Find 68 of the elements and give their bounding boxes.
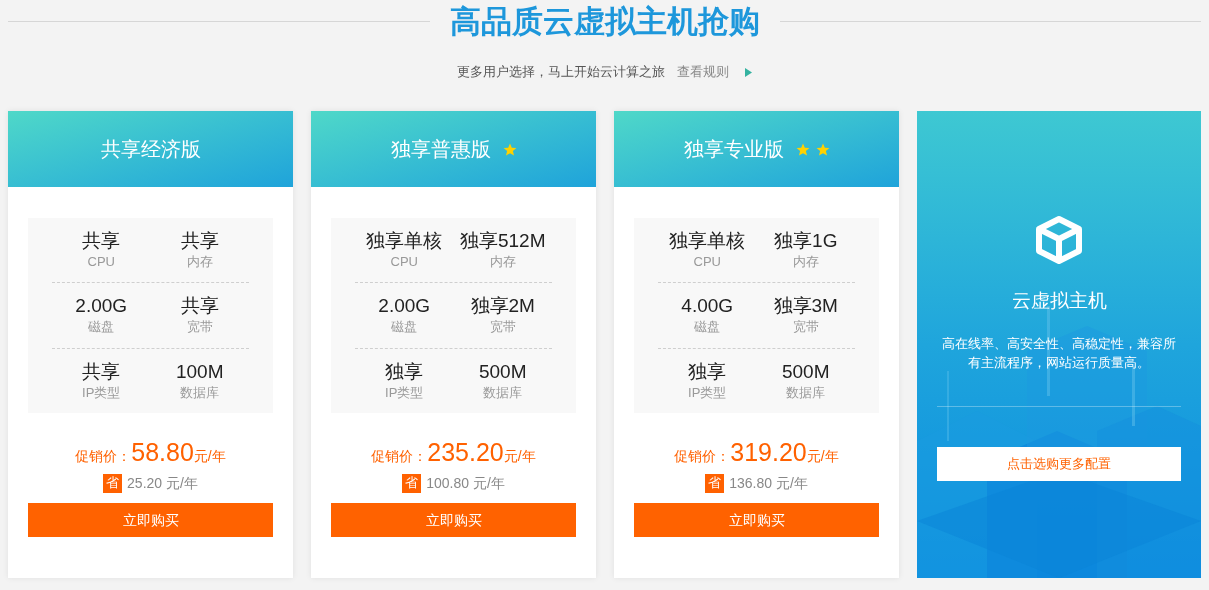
buy-button[interactable]: 立即购买 [331, 503, 576, 537]
spec-value: 4.00G [681, 294, 734, 319]
savings-amount: 136.80 元/年 [729, 473, 808, 493]
spec-value: 独享单核 [669, 229, 746, 254]
price-unit: 元/年 [193, 447, 226, 466]
spec-label: 内存 [186, 253, 213, 272]
spec-label: 数据库 [180, 383, 220, 402]
play-icon [745, 67, 752, 77]
spec-value: 2.00G [75, 294, 128, 319]
price: 235.20 [427, 437, 504, 467]
star-icon [795, 142, 810, 156]
spec-label: 内存 [792, 253, 819, 272]
price-label: 促销价： [674, 447, 731, 466]
spec-value: 独享单核 [366, 229, 443, 254]
spec-value: 100M [176, 359, 224, 384]
spec-label: 宽带 [792, 318, 819, 337]
spec-value: 500M [782, 359, 830, 384]
price-label: 促销价： [75, 447, 132, 466]
price-label: 促销价： [371, 447, 428, 466]
buy-button[interactable]: 立即购买 [634, 503, 879, 537]
spec-label: 磁盘 [391, 318, 418, 337]
spec-label: CPU [390, 253, 418, 272]
spec-value: 独享512M [460, 229, 546, 254]
page-title: 高品质云虚拟主机抢购 [449, 5, 760, 37]
price: 58.80 [131, 437, 194, 467]
plan-name: 独享普惠版 [390, 137, 491, 162]
spec-label: CPU [87, 253, 115, 272]
star-icon [502, 142, 517, 156]
plan-name: 独享专业版 [683, 137, 784, 162]
spec-value: 独享3M [773, 294, 838, 319]
spec-value: 独享 [688, 359, 727, 384]
price-unit: 元/年 [503, 447, 536, 466]
buy-button[interactable]: 立即购买 [28, 503, 273, 537]
price-unit: 元/年 [806, 447, 839, 466]
spec-value: 500M [479, 359, 527, 384]
spec-value: 独享 [385, 359, 424, 384]
spec-label: CPU [693, 253, 721, 272]
subtitle: 更多用户选择，马上开始云计算之旅 [457, 63, 665, 82]
rules-link[interactable]: 查看规则 [677, 62, 729, 82]
spec-value: 2.00G [378, 294, 431, 319]
spec-value: 独享1G [774, 229, 838, 254]
spec-label: IP类型 [385, 383, 424, 402]
spec-value: 共享 [82, 229, 121, 254]
spec-value: 共享 [180, 294, 219, 319]
spec-value: 共享 [180, 229, 219, 254]
promo-description: 高在线率、高安全性、高稳定性，兼容所有主流程序，网站运行质量高。 [941, 334, 1177, 372]
more-options-button[interactable]: 点击选购更多配置 [937, 446, 1181, 481]
cube-icon [1034, 215, 1084, 265]
spec-value: 共享 [82, 359, 121, 384]
spec-label: 宽带 [186, 318, 213, 337]
save-badge: 省 [402, 473, 422, 493]
spec-label: 宽带 [489, 318, 516, 337]
spec-value: 独享2M [470, 294, 535, 319]
spec-label: 磁盘 [88, 318, 115, 337]
spec-label: 内存 [489, 253, 516, 272]
save-badge: 省 [103, 473, 123, 493]
spec-label: 数据库 [483, 383, 523, 402]
price: 319.20 [730, 437, 807, 467]
star-icon [815, 142, 830, 156]
promo-title: 云虚拟主机 [1011, 289, 1107, 313]
savings-amount: 100.80 元/年 [426, 473, 505, 493]
savings-amount: 25.20 元/年 [127, 473, 198, 493]
spec-label: IP类型 [688, 383, 727, 402]
spec-label: 数据库 [786, 383, 826, 402]
spec-label: IP类型 [82, 383, 121, 402]
plan-name: 共享经济版 [100, 137, 201, 162]
spec-label: 磁盘 [694, 318, 721, 337]
save-badge: 省 [705, 473, 725, 493]
